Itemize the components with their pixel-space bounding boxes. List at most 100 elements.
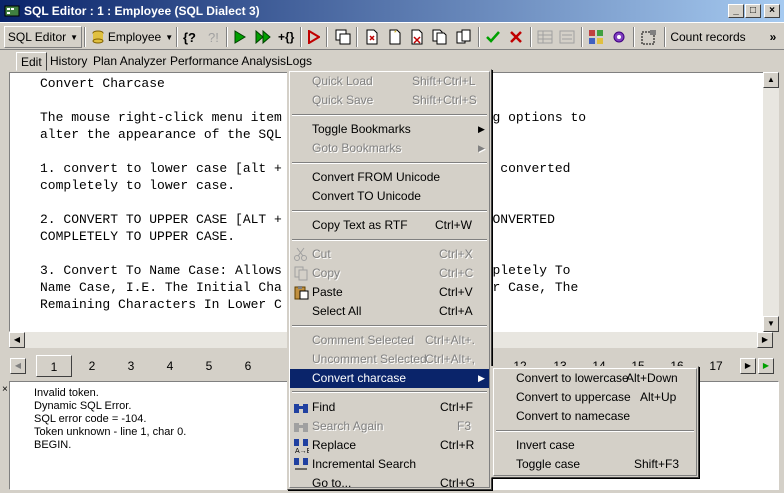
run-to-end-button[interactable]: [252, 26, 274, 48]
grid-options-button[interactable]: [586, 26, 606, 48]
selection-icon: [641, 30, 656, 45]
toolbar-separator: [530, 27, 532, 47]
menu-item-quick-save[interactable]: Quick Save Shift+Ctrl+S: [290, 91, 489, 110]
count-records-button[interactable]: Count records: [670, 26, 746, 48]
submenu-item-uppercase[interactable]: Convert to uppercase Alt+Up: [494, 388, 696, 407]
minimize-button[interactable]: _: [728, 4, 744, 18]
editor-line: COMPLETELY TO UPPER CASE.: [40, 229, 236, 244]
toolbar-separator: [84, 27, 86, 47]
menu-item-label: Comment Selected: [312, 333, 415, 347]
tab-plan-analyzer[interactable]: Plan Analyzer: [89, 52, 170, 71]
page-tab[interactable]: 6: [230, 355, 266, 377]
page-tab[interactable]: 4: [152, 355, 188, 377]
copy-file-icon: [432, 29, 447, 45]
play-icon: [234, 30, 246, 44]
menu-item-search-again[interactable]: Search Again F3: [290, 417, 489, 436]
editor-line: Remaining Characters In Lower C: [40, 297, 282, 312]
scroll-left-button[interactable]: ◀: [9, 332, 25, 348]
submenu-item-toggle-case[interactable]: Toggle case Shift+F3: [494, 455, 696, 474]
close-button[interactable]: ×: [764, 4, 780, 18]
menu-item-cut[interactable]: Cut Ctrl+X: [290, 245, 489, 264]
menu-item-convert-charcase[interactable]: Convert charcase ▶: [290, 369, 489, 388]
page-tab[interactable]: 3: [113, 355, 149, 377]
menu-item-replace[interactable]: A→BReplace Ctrl+R: [290, 436, 489, 455]
save-button[interactable]: [332, 26, 354, 48]
documents-button[interactable]: [454, 26, 474, 48]
submenu-item-namecase[interactable]: Convert to namecase: [494, 407, 696, 426]
menu-item-label: Convert charcase: [312, 371, 407, 385]
page-tab[interactable]: 5: [191, 355, 227, 377]
menu-item-goto-bookmarks[interactable]: Goto Bookmarks ▶: [290, 139, 489, 158]
menu-item-convert-from-unicode[interactable]: Convert FROM Unicode: [290, 168, 489, 187]
menu-item-label: Goto Bookmarks: [312, 141, 402, 155]
maximize-button[interactable]: □: [745, 4, 761, 18]
menu-separator: [292, 239, 487, 241]
editor-vertical-scrollbar[interactable]: ▲ ▼: [763, 72, 779, 332]
documents-icon: [456, 29, 471, 44]
tab-history[interactable]: History: [46, 52, 91, 71]
submenu-item-label: Toggle case: [516, 457, 581, 471]
database-dropdown[interactable]: Employee ▼: [90, 26, 174, 48]
message-line: SQL error code = -104.: [34, 413, 147, 425]
menu-item-go-to[interactable]: Go to... Ctrl+G: [290, 474, 489, 493]
sql-helper-button[interactable]: ?!: [203, 26, 225, 48]
svg-text:+{}: +{}: [278, 30, 295, 44]
submenu-item-invert-case[interactable]: Invert case: [494, 436, 696, 455]
page-tab[interactable]: 2: [74, 355, 110, 377]
menu-item-select-all[interactable]: Select All Ctrl+A: [290, 302, 489, 321]
sql-editor-dropdown[interactable]: SQL Editor ▼: [4, 26, 82, 48]
convert-charcase-submenu: Convert to lowercase Alt+Down Convert to …: [491, 366, 699, 478]
menu-item-quick-load[interactable]: Quick Load Shift+Ctrl+L: [290, 72, 489, 91]
menu-item-copy[interactable]: Copy Ctrl+C: [290, 264, 489, 283]
menu-item-incremental-search[interactable]: Incremental Search: [290, 455, 489, 474]
step-button[interactable]: +{}: [276, 26, 298, 48]
menu-item-shortcut: Ctrl+C: [439, 266, 474, 280]
page-prev-button[interactable]: ◀: [10, 358, 26, 374]
run-button[interactable]: [230, 26, 250, 48]
sql-assistant-button[interactable]: {?: [180, 26, 202, 48]
menu-item-find[interactable]: Find Ctrl+F: [290, 398, 489, 417]
submenu-item-lowercase[interactable]: Convert to lowercase Alt+Down: [494, 369, 696, 388]
form-disabled-icon: [559, 30, 575, 44]
menu-item-label: Uncomment Selected: [312, 352, 427, 366]
database-dropdown-label: Employee: [107, 30, 162, 44]
menu-item-uncomment-selected[interactable]: Uncomment Selected Ctrl+Alt+,: [290, 350, 489, 369]
menu-item-convert-to-unicode[interactable]: Convert TO Unicode: [290, 187, 489, 206]
form-view-button[interactable]: [557, 26, 577, 48]
settings-button[interactable]: [609, 26, 629, 48]
copy-document-button[interactable]: [430, 26, 450, 48]
grid-view-button[interactable]: [535, 26, 555, 48]
submenu-item-shortcut: Alt+Up: [640, 390, 677, 404]
commit-button[interactable]: [483, 26, 503, 48]
rollback-button[interactable]: [506, 26, 526, 48]
page-last-button[interactable]: ▶: [758, 358, 774, 374]
menu-item-toggle-bookmarks[interactable]: Toggle Bookmarks ▶: [290, 120, 489, 139]
scroll-up-button[interactable]: ▲: [763, 72, 779, 88]
submenu-item-shortcut: Shift+F3: [634, 457, 680, 471]
menu-item-paste[interactable]: Paste Ctrl+V: [290, 283, 489, 302]
page-tab[interactable]: 17: [698, 355, 734, 377]
menu-item-copy-text-rtf[interactable]: Copy Text as RTF Ctrl+W: [290, 216, 489, 235]
checkmark-icon: [486, 31, 500, 43]
svg-text:*: *: [394, 30, 397, 37]
database-icon: [92, 30, 104, 44]
new-document-button[interactable]: *: [385, 26, 405, 48]
run-script-button[interactable]: [304, 26, 324, 48]
windows-icon: [335, 29, 351, 45]
toolbar-overflow-button[interactable]: »: [766, 26, 780, 48]
delete-document-button[interactable]: [407, 26, 427, 48]
menu-item-label: Go to...: [312, 476, 352, 490]
scroll-down-button[interactable]: ▼: [763, 316, 779, 332]
scroll-right-button[interactable]: ▶: [757, 332, 773, 348]
tab-performance-analysis[interactable]: Performance Analysis: [166, 52, 290, 71]
submenu-arrow-icon: ▶: [478, 124, 485, 134]
select-button[interactable]: [638, 26, 662, 48]
sql-assistant-icon: {?: [183, 30, 196, 45]
menu-item-comment-selected[interactable]: Comment Selected Ctrl+Alt+.: [290, 331, 489, 350]
page-next-button[interactable]: ▶: [740, 358, 756, 374]
menu-separator: [292, 210, 487, 212]
page-tab[interactable]: 1: [36, 355, 72, 377]
new-button[interactable]: [362, 26, 382, 48]
tab-edit[interactable]: Edit: [16, 52, 47, 71]
close-icon[interactable]: ×: [2, 384, 8, 395]
